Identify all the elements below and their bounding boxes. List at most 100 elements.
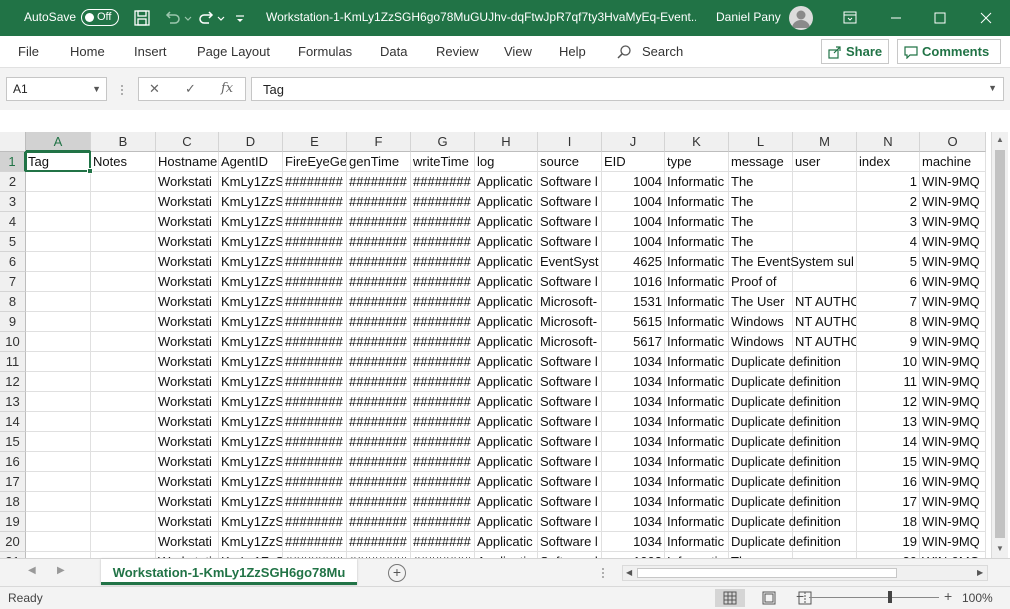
table-cell[interactable]: ######## — [283, 232, 347, 252]
table-cell[interactable]: Duplicate definition — [729, 352, 841, 372]
table-cell[interactable]: ######## — [411, 452, 475, 472]
zoom-out-icon[interactable]: − — [796, 588, 804, 604]
table-cell[interactable]: ######## — [283, 512, 347, 532]
table-cell[interactable]: KmLy1ZzS — [219, 292, 283, 312]
table-cell[interactable]: ######## — [411, 172, 475, 192]
avatar[interactable] — [789, 6, 813, 30]
column-header-g[interactable]: G — [411, 132, 475, 152]
comments-button[interactable]: Comments — [897, 39, 1001, 64]
zoom-slider-thumb[interactable] — [888, 591, 892, 603]
table-cell[interactable]: Microsoft- — [538, 332, 602, 352]
table-cell[interactable] — [26, 332, 91, 352]
row-header[interactable]: 10 — [0, 332, 26, 352]
table-cell[interactable]: KmLy1ZzS — [219, 252, 283, 272]
table-cell[interactable] — [91, 172, 156, 192]
column-header-m[interactable]: M — [793, 132, 857, 152]
table-cell[interactable]: ######## — [347, 452, 411, 472]
customize-toolbar-icon[interactable] — [234, 8, 246, 28]
table-cell[interactable]: Workstati — [156, 532, 219, 552]
table-cell[interactable]: KmLy1ZzS — [219, 272, 283, 292]
table-cell[interactable]: ######## — [347, 472, 411, 492]
table-cell[interactable] — [91, 492, 156, 512]
table-cell[interactable]: 1004 — [602, 172, 665, 192]
normal-view-button[interactable] — [715, 589, 745, 607]
table-cell[interactable] — [91, 312, 156, 332]
tab-page-layout[interactable]: Page Layout — [197, 44, 270, 59]
table-cell[interactable]: KmLy1ZzS — [219, 192, 283, 212]
table-cell[interactable]: Informatic — [665, 312, 729, 332]
header-cell[interactable]: user — [793, 152, 857, 172]
table-cell[interactable]: EventSyst — [538, 252, 602, 272]
table-cell[interactable]: Workstati — [156, 212, 219, 232]
horizontal-scrollbar[interactable]: ◀ ▶ — [622, 565, 988, 581]
table-cell[interactable] — [26, 512, 91, 532]
table-cell[interactable]: ######## — [347, 532, 411, 552]
select-all-corner[interactable] — [0, 132, 26, 152]
tab-review[interactable]: Review — [436, 44, 479, 59]
table-cell[interactable]: KmLy1ZzS — [219, 512, 283, 532]
table-cell[interactable]: WIN-9MQ — [920, 332, 986, 352]
table-cell[interactable]: 14 — [857, 432, 920, 452]
row-header[interactable]: 6 — [0, 252, 26, 272]
enter-icon[interactable]: ✓ — [185, 81, 196, 97]
row-header[interactable]: 20 — [0, 532, 26, 552]
table-cell[interactable]: ######## — [283, 412, 347, 432]
table-cell[interactable]: Applicatic — [475, 192, 538, 212]
row-header[interactable]: 4 — [0, 212, 26, 232]
table-cell[interactable] — [26, 432, 91, 452]
table-cell[interactable]: KmLy1ZzS — [219, 532, 283, 552]
zoom-level[interactable]: 100% — [962, 591, 993, 605]
table-cell[interactable]: ######## — [411, 232, 475, 252]
table-cell[interactable]: ######## — [283, 432, 347, 452]
table-cell[interactable]: WIN-9MQ — [920, 412, 986, 432]
table-cell[interactable]: Workstati — [156, 432, 219, 452]
table-cell[interactable]: Software l — [538, 272, 602, 292]
table-cell[interactable]: ######## — [347, 412, 411, 432]
column-header-o[interactable]: O — [920, 132, 986, 152]
table-cell[interactable]: ######## — [347, 232, 411, 252]
table-cell[interactable]: WIN-9MQ — [920, 512, 986, 532]
close-icon[interactable] — [963, 0, 1009, 36]
search-icon[interactable] — [616, 44, 632, 60]
table-cell[interactable]: Workstati — [156, 372, 219, 392]
table-cell[interactable]: ######## — [347, 252, 411, 272]
row-header[interactable]: 3 — [0, 192, 26, 212]
table-cell[interactable]: Proof of — [729, 272, 793, 292]
table-cell[interactable]: Informatic — [665, 212, 729, 232]
table-cell[interactable]: WIN-9MQ — [920, 292, 986, 312]
table-cell[interactable] — [91, 332, 156, 352]
table-cell[interactable]: Workstati — [156, 232, 219, 252]
table-cell[interactable] — [793, 272, 857, 292]
table-cell[interactable] — [91, 292, 156, 312]
table-cell[interactable]: Applicatic — [475, 352, 538, 372]
table-cell[interactable]: 1034 — [602, 532, 665, 552]
table-cell[interactable]: Duplicate definition — [729, 532, 841, 552]
undo-dropdown-icon[interactable] — [183, 8, 193, 28]
table-cell[interactable]: WIN-9MQ — [920, 472, 986, 492]
tab-home[interactable]: Home — [70, 44, 105, 59]
header-cell[interactable]: machine — [920, 152, 986, 172]
table-cell[interactable]: ######## — [347, 352, 411, 372]
table-cell[interactable]: WIN-9MQ — [920, 272, 986, 292]
table-cell[interactable]: Applicatic — [475, 452, 538, 472]
table-cell[interactable]: 17 — [857, 492, 920, 512]
table-cell[interactable]: Workstati — [156, 252, 219, 272]
table-cell[interactable]: Windows — [729, 312, 793, 332]
column-header-d[interactable]: D — [219, 132, 283, 152]
header-cell[interactable]: Notes — [91, 152, 156, 172]
scroll-up-icon[interactable]: ▲ — [996, 135, 1004, 144]
table-cell[interactable]: 1034 — [602, 512, 665, 532]
table-cell[interactable]: ######## — [411, 212, 475, 232]
table-cell[interactable]: ######## — [347, 372, 411, 392]
column-header-f[interactable]: F — [347, 132, 411, 152]
column-header-j[interactable]: J — [602, 132, 665, 152]
table-cell[interactable]: 5615 — [602, 312, 665, 332]
table-cell[interactable]: 19 — [857, 532, 920, 552]
table-cell[interactable]: Workstati — [156, 352, 219, 372]
table-cell[interactable]: ######## — [411, 312, 475, 332]
ribbon-display-options-icon[interactable] — [827, 0, 873, 36]
tab-view[interactable]: View — [504, 44, 532, 59]
table-cell[interactable]: Applicatic — [475, 512, 538, 532]
redo-icon[interactable] — [197, 8, 217, 28]
table-cell[interactable]: ######## — [411, 432, 475, 452]
